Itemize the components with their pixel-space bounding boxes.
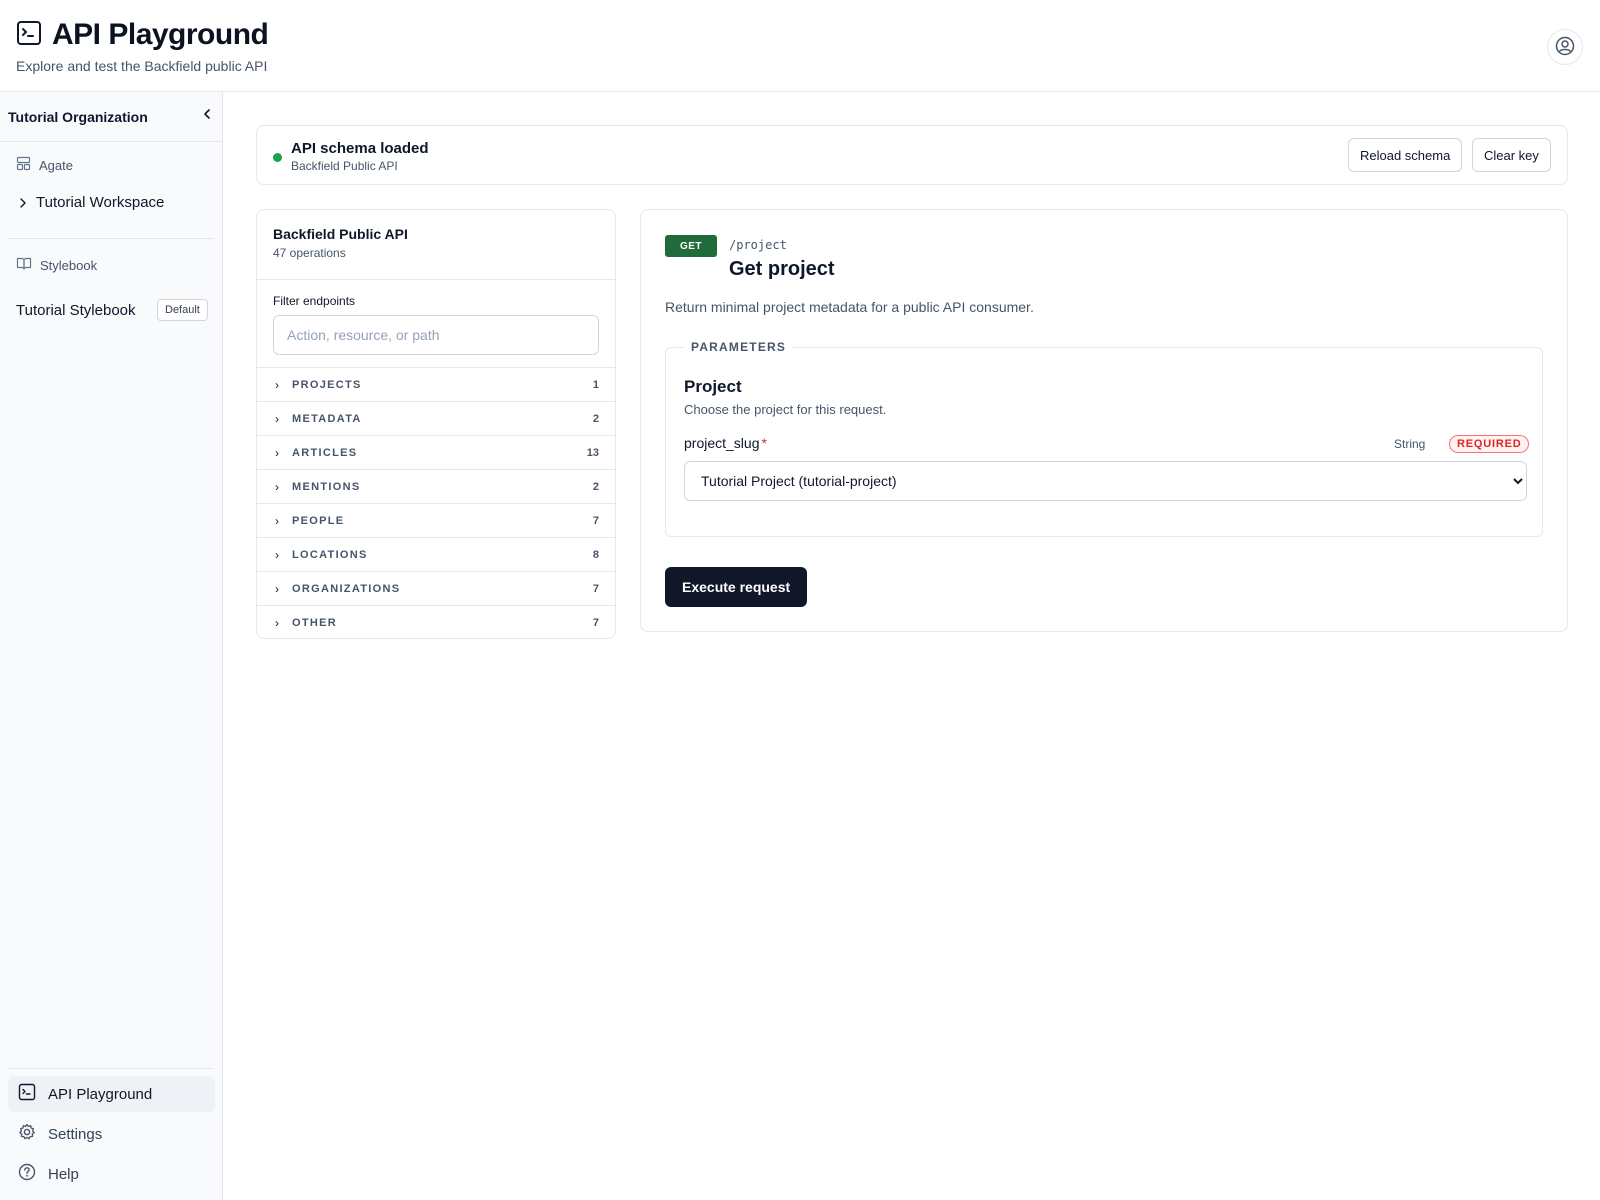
category-count: 13 — [586, 446, 599, 459]
category-count: 2 — [592, 412, 599, 425]
category-list: › PROJECTS 1 › METADATA 2 › ARTICLES 13 … — [257, 367, 615, 638]
category-metadata[interactable]: › METADATA 2 — [257, 401, 615, 435]
operation-detail-panel: GET /project Get project Return minimal … — [640, 209, 1568, 632]
sidebar-item-tutorial-workspace[interactable]: Tutorial Workspace — [18, 194, 164, 211]
category-other[interactable]: › OTHER 7 — [257, 605, 615, 638]
category-count: 7 — [592, 582, 599, 595]
parameters-legend: PARAMETERS — [684, 340, 794, 354]
sidebar: Tutorial Organization Agate Tutorial Wor… — [0, 92, 223, 1200]
category-name: OTHER — [292, 616, 337, 629]
chevron-right-icon — [18, 197, 36, 209]
collapse-sidebar-icon[interactable] — [200, 107, 214, 126]
chevron-right-icon: › — [275, 547, 279, 562]
nav-item-api-playground[interactable]: API Playground — [8, 1076, 215, 1112]
app-title-row: API Playground — [16, 18, 269, 52]
reload-schema-button[interactable]: Reload schema — [1348, 138, 1463, 172]
category-organizations[interactable]: › ORGANIZATIONS 7 — [257, 571, 615, 605]
chevron-right-icon: › — [275, 513, 279, 528]
help-icon — [18, 1163, 36, 1185]
category-count: 7 — [592, 616, 599, 629]
filter-label: Filter endpoints — [273, 294, 356, 308]
category-count: 2 — [592, 480, 599, 493]
operation-path: /project — [729, 238, 787, 252]
chevron-right-icon: › — [275, 581, 279, 596]
http-method-badge: GET — [665, 235, 717, 257]
layout-icon — [16, 156, 31, 174]
sidebar-item-tutorial-stylebook[interactable]: Tutorial Stylebook — [16, 302, 136, 319]
required-badge: REQUIRED — [1449, 435, 1530, 453]
user-circle-icon — [1555, 36, 1575, 59]
sidebar-section-label: Stylebook — [40, 257, 98, 273]
category-name: LOCATIONS — [292, 548, 368, 561]
chevron-right-icon: › — [275, 445, 279, 460]
category-name: PEOPLE — [292, 514, 345, 527]
sidebar-item-label: Tutorial Stylebook — [16, 302, 136, 319]
nav-item-label: API Playground — [48, 1085, 153, 1103]
status-title: API schema loaded — [291, 140, 429, 157]
operation-description: Return minimal project metadata for a pu… — [665, 299, 1034, 315]
category-projects[interactable]: › PROJECTS 1 — [257, 367, 615, 401]
sidebar-item-label: Tutorial Workspace — [36, 194, 165, 211]
operation-title: Get project — [729, 258, 835, 280]
sidebar-section-stylebook: Stylebook — [16, 256, 97, 274]
terminal-icon — [18, 1083, 36, 1105]
schema-status-card: API schema loaded Backfield Public API R… — [256, 125, 1568, 185]
chevron-right-icon: › — [275, 479, 279, 494]
category-count: 1 — [592, 378, 599, 391]
default-badge: Default — [157, 299, 208, 321]
nav-item-help[interactable]: Help — [8, 1156, 215, 1192]
user-menu-button[interactable] — [1547, 29, 1583, 65]
category-people[interactable]: › PEOPLE 7 — [257, 503, 615, 537]
filter-endpoints-input[interactable] — [273, 315, 599, 355]
param-group-title: Project — [684, 377, 742, 396]
nav-item-label: Help — [48, 1165, 79, 1183]
category-name: METADATA — [292, 412, 362, 425]
gear-icon — [18, 1123, 36, 1145]
app-header: API Playground Explore and test the Back… — [0, 0, 1600, 92]
category-articles[interactable]: › ARTICLES 13 — [257, 435, 615, 469]
category-count: 7 — [592, 514, 599, 527]
book-icon — [16, 256, 32, 274]
param-type: String — [1394, 437, 1426, 451]
category-locations[interactable]: › LOCATIONS 8 — [257, 537, 615, 571]
chevron-right-icon: › — [275, 377, 279, 392]
sidebar-section-label: Agate — [39, 157, 73, 173]
category-count: 8 — [592, 548, 599, 561]
status-indicator — [273, 153, 282, 162]
parameters-fieldset: PARAMETERS Project Choose the project fo… — [665, 340, 1543, 537]
param-name: project_slug — [684, 435, 760, 451]
sidebar-divider — [8, 238, 214, 239]
category-name: ARTICLES — [292, 446, 358, 459]
chevron-right-icon: › — [275, 615, 279, 630]
required-asterisk: * — [761, 435, 767, 451]
category-name: PROJECTS — [292, 378, 362, 391]
nav-item-label: Settings — [48, 1125, 103, 1143]
page-title: API Playground — [52, 18, 269, 51]
category-name: ORGANIZATIONS — [292, 582, 401, 595]
org-name: Tutorial Organization — [8, 108, 148, 125]
org-switcher[interactable]: Tutorial Organization — [0, 92, 222, 142]
param-group-description: Choose the project for this request. — [684, 402, 887, 417]
endpoints-header: Backfield Public API 47 operations — [257, 210, 615, 280]
chevron-right-icon: › — [275, 411, 279, 426]
category-mentions[interactable]: › MENTIONS 2 — [257, 469, 615, 503]
endpoints-panel: Backfield Public API 47 operations Filte… — [256, 209, 616, 639]
clear-key-button[interactable]: Clear key — [1472, 138, 1551, 172]
sidebar-section-agate: Agate — [16, 156, 73, 174]
param-name-label: project_slug * — [684, 435, 767, 451]
sidebar-divider — [8, 1068, 214, 1069]
page-subtitle: Explore and test the Backfield public AP… — [16, 58, 268, 74]
category-name: MENTIONS — [292, 480, 361, 493]
terminal-icon — [16, 20, 42, 51]
project-slug-select[interactable]: Tutorial Project (tutorial-project) — [684, 461, 1527, 501]
nav-item-settings[interactable]: Settings — [8, 1116, 215, 1152]
status-subtitle: Backfield Public API — [291, 159, 398, 173]
api-title: Backfield Public API — [273, 226, 408, 242]
operations-count: 47 operations — [273, 246, 346, 260]
execute-request-button[interactable]: Execute request — [665, 567, 808, 607]
